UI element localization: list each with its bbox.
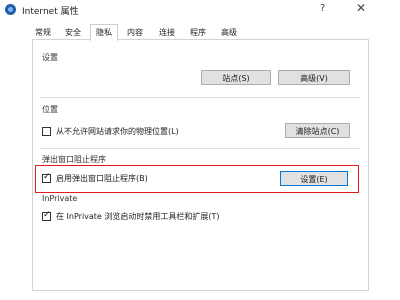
internet-explorer-icon	[5, 4, 16, 15]
tab-general[interactable]: 常规	[32, 26, 54, 39]
sites-button[interactable]: 站点(S)	[201, 70, 271, 85]
clear-sites-button[interactable]: 清除站点(C)	[285, 123, 350, 138]
tab-content[interactable]: 内容	[124, 26, 146, 39]
tab-advanced[interactable]: 高级	[218, 26, 240, 39]
location-checkbox-row[interactable]: 从不允许网站请求你的物理位置(L)	[42, 126, 202, 138]
tab-connections[interactable]: 连接	[156, 26, 178, 39]
title-bar: Internet 属性 ? ✕	[0, 0, 400, 22]
close-button[interactable]: ✕	[356, 1, 366, 15]
location-checkbox-label: 从不允许网站请求你的物理位置(L)	[56, 127, 179, 136]
advanced-settings-button[interactable]: 高级(V)	[278, 70, 350, 85]
highlight-box	[35, 165, 359, 193]
help-button[interactable]: ?	[320, 3, 325, 14]
section-divider	[40, 148, 360, 149]
inprivate-section-label: InPrivate	[42, 194, 78, 203]
tab-security[interactable]: 安全	[62, 26, 84, 39]
location-section-label: 位置	[42, 105, 58, 114]
settings-section-label: 设置	[42, 53, 58, 62]
section-divider	[40, 97, 360, 98]
window-title: Internet 属性	[22, 7, 79, 17]
inprivate-checkbox[interactable]	[42, 210, 51, 221]
inprivate-checkbox-row[interactable]: 在 InPrivate 浏览启动时禁用工具栏和扩展(T)	[42, 210, 262, 223]
location-checkbox[interactable]	[42, 127, 51, 136]
tab-programs[interactable]: 程序	[187, 26, 209, 39]
popup-blocker-section-label: 弹出窗口阻止程序	[42, 155, 106, 164]
tab-privacy[interactable]: 隐私	[90, 24, 118, 41]
inprivate-checkbox-label: 在 InPrivate 浏览启动时禁用工具栏和扩展(T)	[56, 212, 220, 221]
